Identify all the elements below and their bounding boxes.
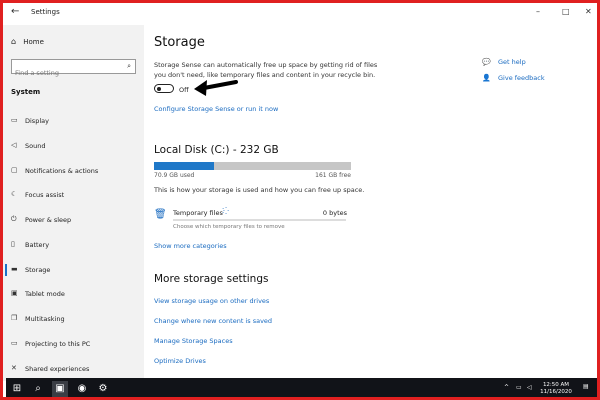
feedback-icon: 👤: [482, 74, 491, 82]
tablet-icon: ▣: [11, 289, 18, 297]
taskbar: ⊞ ⌕ ▣ ◉ ⚙ ^ ▭ ◁ 12:50 AM 11/16/2020 ▤: [6, 378, 597, 397]
trash-icon: 🗑: [154, 209, 167, 220]
screen-frame: ← Settings – □ ✕ ⌂ Home ⌕ System ▭ Displ…: [0, 0, 600, 400]
notification-icon: ▢: [11, 166, 18, 174]
clock-date: 11/16/2020: [540, 389, 572, 395]
volume-icon[interactable]: ◁: [527, 384, 532, 391]
tray-chevron-icon[interactable]: ^: [504, 384, 509, 391]
sidebar-item-projecting[interactable]: ▭ Projecting to this PC: [3, 332, 144, 356]
show-more-categories-link[interactable]: Show more categories: [154, 242, 227, 250]
taskbar-app-photos-icon[interactable]: ▣: [52, 381, 68, 397]
home-label: Home: [23, 38, 44, 46]
storage-sense-toggle[interactable]: [154, 84, 174, 93]
sidebar-item-display[interactable]: ▭ Display: [3, 109, 144, 133]
temporary-files-bar: [173, 219, 346, 221]
search-box[interactable]: ⌕: [11, 59, 136, 80]
taskbar-clock[interactable]: 12:50 AM 11/16/2020: [538, 382, 574, 396]
sidebar-item-notifications[interactable]: ▢ Notifications & actions: [3, 159, 144, 183]
minimize-icon[interactable]: –: [536, 7, 540, 16]
home-nav[interactable]: ⌂ Home: [11, 37, 44, 46]
temporary-files-label[interactable]: Temporary files: [173, 209, 223, 217]
more-storage-settings-heading: More storage settings: [154, 273, 269, 285]
optimize-drives-link[interactable]: Optimize Drives: [154, 357, 206, 365]
page-title: Storage: [154, 35, 205, 50]
project-icon: ▭: [11, 339, 18, 347]
moon-icon: ☾: [11, 190, 18, 198]
network-icon[interactable]: ▭: [516, 384, 522, 391]
manage-storage-spaces-link[interactable]: Manage Storage Spaces: [154, 337, 233, 345]
toggle-knob: [157, 86, 161, 91]
sidebar-item-multitasking[interactable]: ❐ Multitasking: [3, 307, 144, 331]
title-bar: ← Settings – □ ✕: [3, 3, 597, 25]
disk-free-label: 161 GB free: [315, 172, 351, 179]
power-icon: ⏻: [11, 215, 17, 223]
sidebar: ⌂ Home ⌕ System ▭ Display ◁ Sound ▢ Noti…: [3, 25, 144, 381]
back-arrow-icon[interactable]: ←: [11, 6, 19, 17]
window-title: Settings: [31, 8, 60, 16]
windows-start-icon[interactable]: ⊞: [9, 381, 25, 397]
sidebar-item-power[interactable]: ⏻ Power & sleep: [3, 208, 144, 232]
storage-icon: ▬: [11, 265, 18, 273]
sidebar-item-sound[interactable]: ◁ Sound: [3, 134, 144, 158]
maximize-icon[interactable]: □: [562, 7, 570, 16]
speaker-icon: ◁: [11, 141, 17, 149]
section-heading: System: [11, 88, 41, 96]
sidebar-item-focus-assist[interactable]: ☾ Focus assist: [3, 183, 144, 207]
loading-spinner-icon: ⁚⁛: [222, 207, 229, 215]
chrome-icon[interactable]: ◉: [74, 381, 90, 397]
notification-center-icon[interactable]: ▤: [583, 383, 589, 390]
settings-gear-icon[interactable]: ⚙: [95, 381, 111, 397]
toggle-state-label: Off: [179, 86, 189, 94]
share-icon: ✕: [11, 364, 17, 372]
temporary-files-subtitle: Choose which temporary files to remove: [173, 224, 285, 230]
taskbar-search-icon[interactable]: ⌕: [30, 381, 46, 397]
sidebar-item-tablet-mode[interactable]: ▣ Tablet mode: [3, 282, 144, 306]
main-content: Storage Storage Sense can automatically …: [154, 35, 545, 365]
change-new-content-location-link[interactable]: Change where new content is saved: [154, 317, 272, 325]
monitor-icon: ▭: [11, 116, 18, 124]
view-storage-other-drives-link[interactable]: View storage usage on other drives: [154, 297, 269, 305]
sidebar-item-storage[interactable]: ▬ Storage: [3, 258, 144, 282]
disk-used-label: 70.9 GB used: [154, 172, 195, 179]
annotation-arrow-icon: [194, 80, 238, 96]
disk-usage-fill: [154, 162, 215, 170]
sidebar-item-battery[interactable]: ▯ Battery: [3, 233, 144, 257]
multitask-icon: ❐: [11, 314, 18, 322]
battery-icon: ▯: [11, 240, 15, 248]
clock-time: 12:50 AM: [542, 382, 570, 388]
temporary-files-size: 0 bytes: [322, 209, 347, 217]
storage-sense-description-line1: Storage Sense can automatically free up …: [154, 61, 378, 69]
help-chat-icon: 💬: [482, 58, 491, 66]
search-input[interactable]: [12, 66, 115, 80]
search-icon[interactable]: ⌕: [127, 62, 131, 71]
storage-sense-description-line2: you don't need, like temporary files and…: [154, 71, 376, 79]
home-icon: ⌂: [11, 37, 17, 46]
close-icon[interactable]: ✕: [585, 7, 592, 16]
disk-description: This is how your storage is used and how…: [154, 186, 365, 194]
disk-usage-bar: [154, 162, 351, 170]
configure-storage-sense-link[interactable]: Configure Storage Sense or run it now: [154, 105, 278, 113]
disk-title: Local Disk (C:) - 232 GB: [154, 144, 279, 156]
